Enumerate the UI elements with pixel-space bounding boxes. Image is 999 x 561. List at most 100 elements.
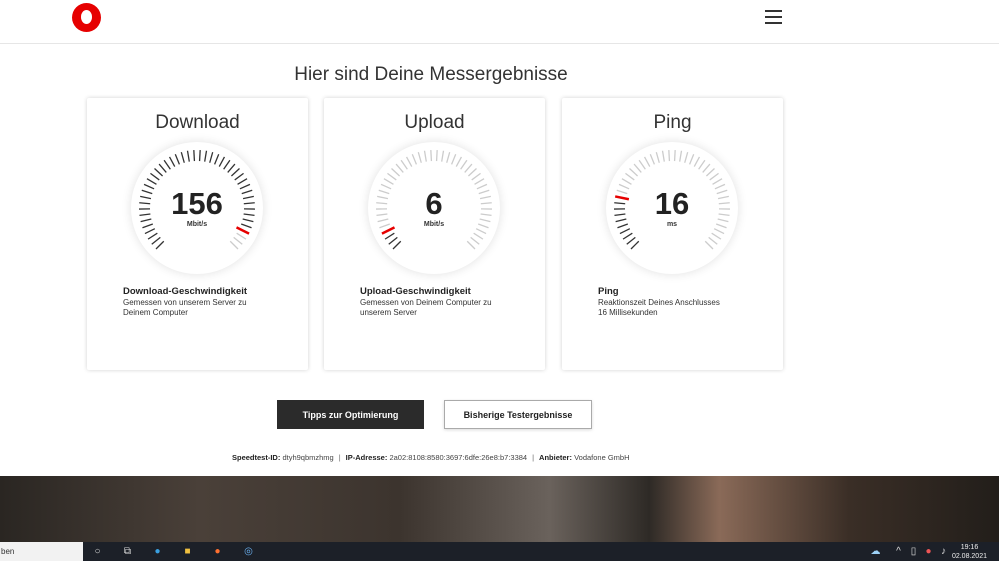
volume-icon[interactable]: ♪ <box>938 546 949 557</box>
gauge-tick <box>712 178 723 185</box>
gauge-tick <box>237 178 248 185</box>
test-info: Speedtest-ID: dtyh9qbmzhmg | IP-Adresse: 2… <box>232 453 630 462</box>
gauge-tick <box>625 172 635 181</box>
provider: Vodafone GmbH <box>574 453 630 462</box>
clock[interactable]: 19:16 02.08.2021 <box>952 543 987 561</box>
gauge-unit: Mbit/s <box>186 221 208 228</box>
gauge-tick <box>471 172 481 181</box>
gauge-tick <box>460 159 468 170</box>
gauge-tick <box>186 150 190 162</box>
gauge-tick <box>417 151 422 163</box>
gauge-tick <box>234 172 244 181</box>
gauge-tick <box>430 150 433 162</box>
gauge-tick <box>709 172 719 181</box>
gauge-value: 16 <box>654 186 690 221</box>
gauge-tick <box>180 151 185 163</box>
gauge-tick <box>688 153 695 165</box>
ping-gauge: 16 ms <box>606 142 738 274</box>
gauge-tick <box>455 156 463 167</box>
cortana-icon[interactable]: ○ <box>92 546 103 557</box>
provider-label: Anbieter: <box>539 453 572 462</box>
gauge-tick <box>423 150 427 162</box>
gauge-tick <box>236 232 247 240</box>
gauge-tick <box>630 240 640 250</box>
gauge-tick <box>233 236 243 245</box>
desc-line: Gemessen von unserem Server zu <box>123 298 247 307</box>
divider: | <box>338 453 341 462</box>
gauge-tick <box>619 228 631 235</box>
desc-heading: Ping <box>598 286 619 297</box>
hamburger-icon[interactable] <box>765 10 782 24</box>
gauge-tick <box>229 240 239 250</box>
gauge-tick <box>446 151 451 163</box>
gauge-tick <box>473 232 484 240</box>
gauge-tick <box>708 236 718 245</box>
desc-line: Deinem Computer <box>123 308 188 317</box>
gauge-tick <box>395 163 404 173</box>
gauge-tick <box>150 172 160 181</box>
download-gauge: 156 Mbit/s <box>131 142 263 274</box>
gauge-tick <box>155 240 165 250</box>
gauge-unit: ms <box>666 221 678 228</box>
gauge-tick <box>693 156 701 167</box>
gauge-tick <box>470 236 480 245</box>
weather-icon[interactable]: ☁ <box>870 546 881 557</box>
gauge-tick <box>711 232 722 240</box>
gauge-tick <box>223 159 231 170</box>
gauge-tick <box>679 150 683 162</box>
id-label: Speedtest-ID: <box>232 453 281 462</box>
gauge-tick <box>411 153 418 165</box>
gauge-tick <box>158 163 167 173</box>
gauge-tick <box>633 163 642 173</box>
gauge-tick <box>668 150 671 162</box>
taskbar-search[interactable]: ben <box>0 542 83 561</box>
vodafone-logo[interactable] <box>72 3 101 32</box>
ping-card: Ping 16 ms Ping Reaktionszeit Deines Ansc… <box>562 98 783 370</box>
network-icon[interactable]: ▯ <box>908 546 919 557</box>
gauge-tick <box>204 150 208 162</box>
gauge-tick <box>643 156 651 167</box>
gauge-tick <box>698 159 706 170</box>
gauge-tick <box>209 151 214 163</box>
download-card: Download 156 Mbit/s Download-Geschwindig… <box>87 98 308 370</box>
gauge-tick <box>400 159 408 170</box>
gauge-tick <box>673 150 676 162</box>
gauge-needle <box>235 226 250 235</box>
hero-image <box>0 476 999 542</box>
app-icon[interactable]: ◎ <box>243 546 254 557</box>
security-icon[interactable]: ● <box>923 546 934 557</box>
gauge-tick <box>622 232 633 240</box>
card-description: Ping Reaktionszeit Deines Anschlusses 16 M… <box>598 286 758 318</box>
gauge-tick <box>198 150 201 162</box>
gauge-needle <box>381 226 396 235</box>
gauge-tick <box>230 168 240 177</box>
gauge-tick <box>475 228 487 235</box>
history-button[interactable]: Bisherige Testergebnisse <box>444 400 592 429</box>
desc-line: unserem Server <box>360 308 417 317</box>
ip-label: IP-Adresse: <box>345 453 388 462</box>
gauge-tick <box>435 150 438 162</box>
desc-line: 16 Millisekunden <box>598 308 658 317</box>
gauge-tick <box>713 228 725 235</box>
upload-card: Upload 6 Mbit/s Upload-Geschwindigkeit Ge… <box>324 98 545 370</box>
gauge-tick <box>638 159 646 170</box>
divider: | <box>532 453 535 462</box>
firefox-icon[interactable]: ● <box>212 546 223 557</box>
edge-icon[interactable]: ● <box>152 546 163 557</box>
card-title: Download <box>155 112 240 133</box>
upload-gauge: 6 Mbit/s <box>368 142 500 274</box>
gauge-tick <box>661 150 665 162</box>
gauge-tick <box>655 151 660 163</box>
gauge-tick <box>213 153 220 165</box>
explorer-icon[interactable]: ■ <box>182 546 193 557</box>
gauge-tick <box>193 150 196 162</box>
time: 19:16 <box>960 544 979 551</box>
gauge-tick <box>391 168 401 177</box>
task-view-icon[interactable]: ⧉ <box>122 546 133 557</box>
gauge-tick <box>702 163 711 173</box>
gauge-tick <box>474 178 485 185</box>
gauge-value: 156 <box>171 186 223 221</box>
tips-button[interactable]: Tipps zur Optimierung <box>277 400 424 429</box>
chevron-up-icon[interactable]: ^ <box>893 546 904 557</box>
gauge-tick <box>626 236 636 245</box>
